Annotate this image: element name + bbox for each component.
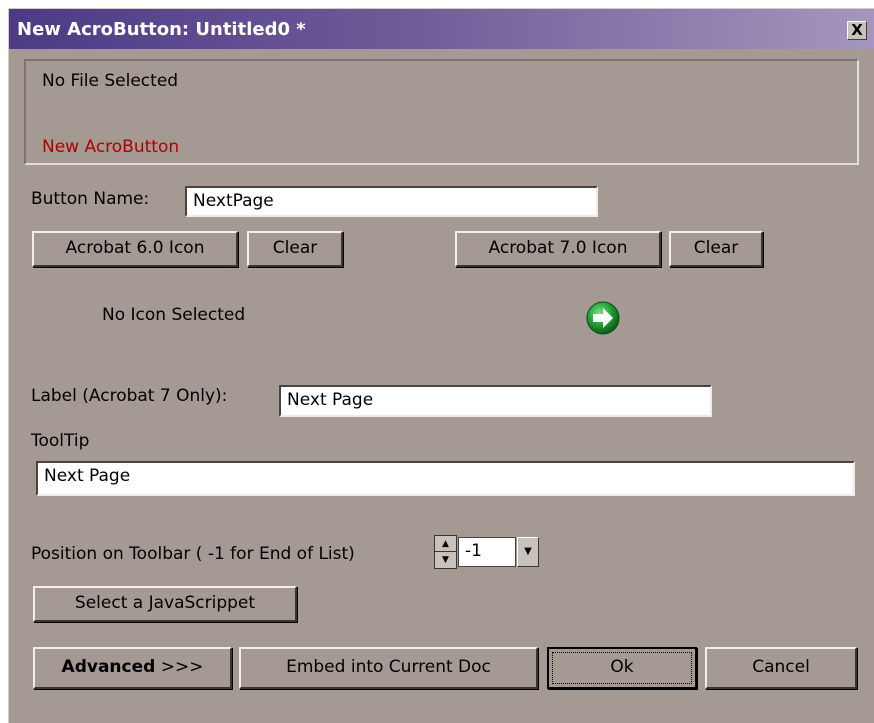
embed-button[interactable]: Embed into Current Doc <box>239 647 538 689</box>
stepper-down-icon[interactable]: ▼ <box>435 552 456 568</box>
label-input[interactable]: Next Page <box>279 385 712 417</box>
embed-label: Embed into Current Doc <box>286 657 491 677</box>
acrobutton-dialog: New AcroButton: Untitled0 * X No File Se… <box>8 8 874 723</box>
cancel-label: Cancel <box>752 657 810 677</box>
chevron-down-icon[interactable]: ▼ <box>517 537 539 567</box>
acrobat6-icon-button-label: Acrobat 6.0 Icon <box>65 238 205 258</box>
position-stepper[interactable]: ▲ ▼ -1 ▼ <box>434 535 541 569</box>
stepper-up-icon[interactable]: ▲ <box>435 536 456 552</box>
tooltip-input[interactable]: Next Page <box>36 461 855 496</box>
label-field-label: Label (Acrobat 7 Only): <box>31 386 228 406</box>
select-javascrippet-button[interactable]: Select a JavaScrippet <box>33 586 297 622</box>
acrobat6-icon-status: No Icon Selected <box>102 305 246 325</box>
advanced-label: Advanced <box>61 657 156 677</box>
position-value[interactable]: -1 <box>458 537 516 567</box>
acrobat7-icon-button-label: Acrobat 7.0 Icon <box>488 238 628 258</box>
close-button[interactable]: X <box>847 21 867 40</box>
tooltip-label: ToolTip <box>31 431 90 451</box>
acrobat7-icon-button[interactable]: Acrobat 7.0 Icon <box>455 231 661 267</box>
acrobat7-clear-button[interactable]: Clear <box>669 231 763 267</box>
close-icon: X <box>851 21 863 39</box>
cancel-button[interactable]: Cancel <box>705 647 857 689</box>
stepper-arrows[interactable]: ▲ ▼ <box>434 535 457 569</box>
focus-ring <box>552 652 692 684</box>
file-status-text: No File Selected <box>42 71 179 91</box>
acrobat6-clear-button[interactable]: Clear <box>247 231 343 267</box>
advanced-arrows: >>> <box>160 657 204 677</box>
ok-button[interactable]: Ok <box>547 647 697 689</box>
window-title: New AcroButton: Untitled0 * <box>17 19 306 40</box>
select-javascrippet-label: Select a JavaScrippet <box>74 593 256 613</box>
button-name-label: Button Name: <box>31 189 150 209</box>
green-right-arrow-icon <box>586 301 620 335</box>
title-bar[interactable]: New AcroButton: Untitled0 * X <box>9 9 874 49</box>
advanced-button[interactable]: Advanced >>> <box>33 647 232 689</box>
acrobat6-clear-button-label: Clear <box>272 238 318 258</box>
position-label: Position on Toolbar ( -1 for End of List… <box>31 544 355 564</box>
header-panel: No File Selected New AcroButton <box>24 59 859 165</box>
button-title-text: New AcroButton <box>42 137 180 157</box>
acrobat6-icon-button[interactable]: Acrobat 6.0 Icon <box>32 231 238 267</box>
acrobat7-clear-button-label: Clear <box>693 238 739 258</box>
button-name-input[interactable]: NextPage <box>185 186 598 217</box>
